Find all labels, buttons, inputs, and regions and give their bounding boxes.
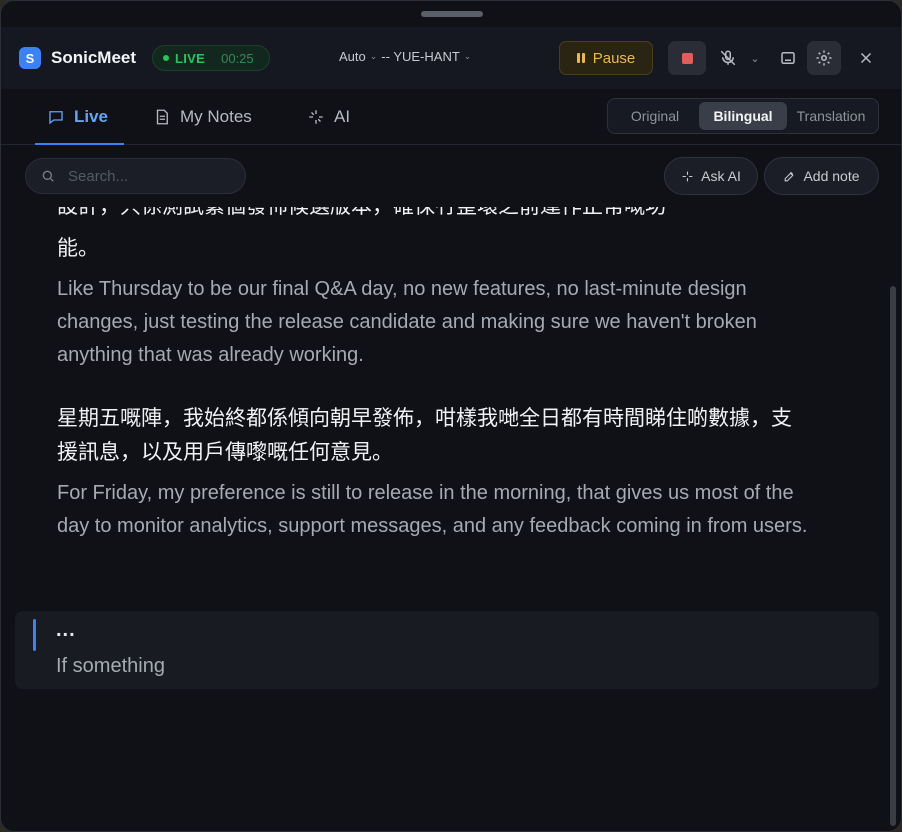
edit-icon bbox=[785, 171, 794, 181]
transcript-segment: 星期五嘅陣，我始終都係傾向朝早發佈，咁樣我哋全日都有時間睇住啲數據，支援訊息，以… bbox=[57, 401, 817, 543]
view-mode-bilingual[interactable]: Bilingual bbox=[699, 102, 787, 130]
tab-label: AI bbox=[334, 107, 351, 126]
live-transcript-block: ... If something bbox=[15, 611, 879, 689]
target-language[interactable]: -- YUE-HANT bbox=[381, 49, 459, 64]
scrollbar-thumb[interactable] bbox=[890, 286, 896, 826]
close-icon bbox=[860, 52, 872, 64]
chevron-down-icon: ⌄ bbox=[750, 52, 760, 65]
notes-icon bbox=[156, 109, 168, 125]
mic-options-button[interactable]: ⌄ bbox=[741, 41, 769, 75]
app-window: S SonicMeet LIVE 00:25 Auto ⌄ -- YUE-HAN… bbox=[0, 0, 902, 832]
sparkle-icon bbox=[682, 171, 693, 181]
title-bar: S SonicMeet LIVE 00:25 Auto ⌄ -- YUE-HAN… bbox=[1, 27, 901, 89]
chat-icon bbox=[49, 111, 63, 125]
gear-icon bbox=[816, 50, 832, 66]
transcript-panel: 設計，只係測試緊個發佈候選版本，確保冇整壞之前運作正常嘅功 能。 Like Th… bbox=[1, 207, 891, 831]
view-mode-original[interactable]: Original bbox=[611, 102, 699, 130]
transcript-translation-text: Like Thursday to be our final Q&A day, n… bbox=[57, 278, 757, 366]
search-icon bbox=[42, 170, 54, 182]
settings-button[interactable] bbox=[807, 41, 841, 75]
tab-label: My Notes bbox=[180, 107, 252, 126]
live-status-badge: LIVE 00:25 bbox=[152, 45, 270, 71]
tab-label: Live bbox=[74, 107, 109, 126]
transcript-translation-text: For Friday, my preference is still to re… bbox=[57, 482, 808, 537]
transcript-original-text: 設計，只係測試緊個發佈候選版本，確保冇整壞之前運作正常嘅功 bbox=[57, 207, 666, 223]
close-button[interactable] bbox=[849, 41, 883, 75]
pause-label: Pause bbox=[592, 49, 636, 67]
chevron-down-icon: ⌄ bbox=[369, 51, 378, 61]
transcript-cutoff-line: 設計，只係測試緊個發佈候選版本，確保冇整壞之前運作正常嘅功 bbox=[57, 207, 817, 223]
panel-icon bbox=[781, 52, 795, 64]
app-name: SonicMeet bbox=[51, 48, 137, 67]
tab-bar: Live My Notes AI Original Bilingual Tran… bbox=[1, 89, 901, 145]
transcript-segment: 能。 Like Thursday to be our final Q&A day… bbox=[57, 231, 817, 372]
app-logo: S bbox=[19, 47, 41, 69]
mic-off-icon bbox=[720, 50, 736, 66]
captions-button[interactable] bbox=[771, 41, 805, 75]
view-mode-translation[interactable]: Translation bbox=[787, 102, 875, 130]
transcript-original-text: 星期五嘅陣，我始終都係傾向朝早發佈，咁樣我哋全日都有時間睇住啲數據，支援訊息，以… bbox=[57, 406, 792, 464]
live-pending-original: ... bbox=[56, 619, 76, 641]
drag-handle[interactable] bbox=[421, 11, 483, 17]
source-language[interactable]: Auto bbox=[339, 49, 366, 64]
sparkle-icon bbox=[309, 110, 323, 124]
stop-icon bbox=[681, 52, 693, 64]
transcript-original-text: 能。 bbox=[57, 236, 99, 260]
view-mode-toggle: Original Bilingual Translation bbox=[607, 98, 879, 134]
tab-live[interactable]: Live bbox=[34, 89, 125, 145]
search-box[interactable] bbox=[25, 158, 246, 194]
pause-icon bbox=[576, 53, 585, 63]
live-indicator-bar bbox=[33, 619, 36, 651]
live-label: LIVE bbox=[175, 50, 206, 66]
ask-ai-button[interactable]: Ask AI bbox=[664, 157, 758, 195]
pause-button[interactable]: Pause bbox=[559, 41, 653, 75]
mute-mic-button[interactable] bbox=[711, 41, 745, 75]
live-partial-translation: If something bbox=[56, 655, 165, 677]
add-note-button[interactable]: Add note bbox=[764, 157, 879, 195]
live-dot-icon bbox=[163, 55, 169, 61]
toolbar: Ask AI Add note bbox=[1, 145, 901, 207]
language-selector[interactable]: Auto ⌄ -- YUE-HANT ⌄ bbox=[339, 49, 471, 64]
add-note-label: Add note bbox=[803, 168, 860, 184]
tab-my-notes[interactable]: My Notes bbox=[153, 89, 252, 145]
stop-button[interactable] bbox=[668, 41, 706, 75]
chevron-down-icon: ⌄ bbox=[463, 51, 472, 61]
ask-ai-label: Ask AI bbox=[701, 168, 741, 184]
search-input[interactable] bbox=[68, 167, 218, 185]
tab-ai[interactable]: AI bbox=[307, 89, 350, 145]
elapsed-time: 00:25 bbox=[221, 50, 254, 66]
